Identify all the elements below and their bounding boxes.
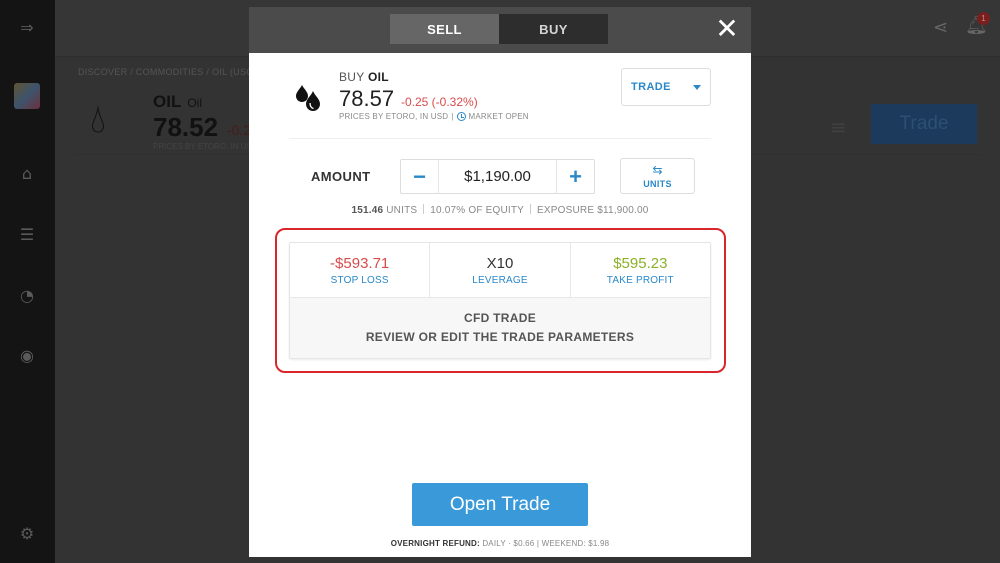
tab-sell[interactable]: SELL [390,14,499,44]
increase-amount-button[interactable]: + [557,160,594,193]
caret-down-icon [693,84,701,90]
tab-buy[interactable]: BUY [499,14,608,44]
left-sidebar: ⇒ ⌂ ☰ ◔ ◉ ⚙ [0,0,55,563]
decrease-amount-button[interactable]: − [401,160,438,193]
cfd-title: CFD TRADE [463,311,537,325]
price-source: PRICES BY ETORO, IN USD | MARKET OPEN [339,112,529,121]
open-trade-button[interactable]: Open Trade [412,483,588,526]
swap-arrows-icon: ⇆ [652,162,663,177]
trade-modal: SELL BUY ✕ BUY OIL 78.57 -0.25 (-0.32%) … [249,7,751,557]
take-profit-value: $595.23 [613,254,668,272]
take-profit-label: TAKE PROFIT [606,274,674,286]
copy-people-icon[interactable]: ◉ [17,345,37,365]
user-avatar[interactable] [14,83,40,109]
home-icon[interactable]: ⌂ [17,163,37,183]
background-trade-button[interactable]: Trade [871,104,977,144]
close-icon[interactable]: ✕ [713,15,741,44]
order-type-dropdown[interactable]: TRADE [621,68,711,106]
collapse-arrow-icon[interactable]: ⇒ [17,17,37,37]
overnight-refund: OVERNIGHT REFUND: DAILY · $0.66 | WEEKEN… [390,539,610,548]
amount-label: AMOUNT [311,169,371,184]
position-stats: 151.46 UNITS 10.07% OF EQUITY EXPOSURE $11… [351,204,649,216]
take-profit-cell[interactable]: $595.23 TAKE PROFIT [571,243,710,297]
amount-stepper: − $1,190.00 + [400,159,595,194]
settings-gear-icon[interactable]: ⚙ [17,523,37,543]
parameters-row: -$593.71 STOP LOSS X10 LEVERAGE $595.23 … [290,243,710,298]
leverage-label: LEVERAGE [472,274,528,286]
breadcrumb: DISCOVER / COMMODITIES / OIL (USO) [78,67,257,77]
divider [289,138,711,139]
instrument-title: BUY OIL [339,70,389,84]
list-icon[interactable]: ≡ [830,115,847,139]
background-price: 78.52 [153,112,219,142]
cfd-trade-notice[interactable]: CFD TRADE REVIEW OR EDIT THE TRADE PARAM… [290,298,710,358]
oil-drops-icon [296,85,320,111]
leverage-value: X10 [486,254,514,272]
share-icon[interactable]: ⋖ [933,17,948,38]
background-instrument-name: OIL Oil [153,92,203,111]
watchlist-icon[interactable]: ☰ [17,224,37,244]
leverage-cell[interactable]: X10 LEVERAGE [430,243,571,297]
instrument-price: 78.57 [339,86,395,111]
stop-loss-label: STOP LOSS [330,274,389,286]
background-price-source: PRICES BY ETORO, IN USD [153,142,258,151]
notification-badge: 1 [977,12,990,25]
stop-loss-cell[interactable]: -$593.71 STOP LOSS [290,243,431,297]
clock-icon [456,112,466,121]
units-toggle-button[interactable]: ⇆ UNITS [620,158,695,194]
price-change: -0.25 (-0.32%) [401,95,478,109]
oil-drop-icon: 💧︎ [90,96,106,142]
background-change: -0.2 [227,122,252,138]
cfd-subtitle: REVIEW OR EDIT THE TRADE PARAMETERS [365,330,635,344]
portfolio-icon[interactable]: ◔ [17,285,37,305]
modal-header: SELL BUY ✕ [249,7,751,53]
trade-parameters-panel[interactable]: -$593.71 STOP LOSS X10 LEVERAGE $595.23 … [289,242,711,359]
stop-loss-value: -$593.71 [330,254,390,272]
amount-input[interactable]: $1,190.00 [438,160,557,193]
